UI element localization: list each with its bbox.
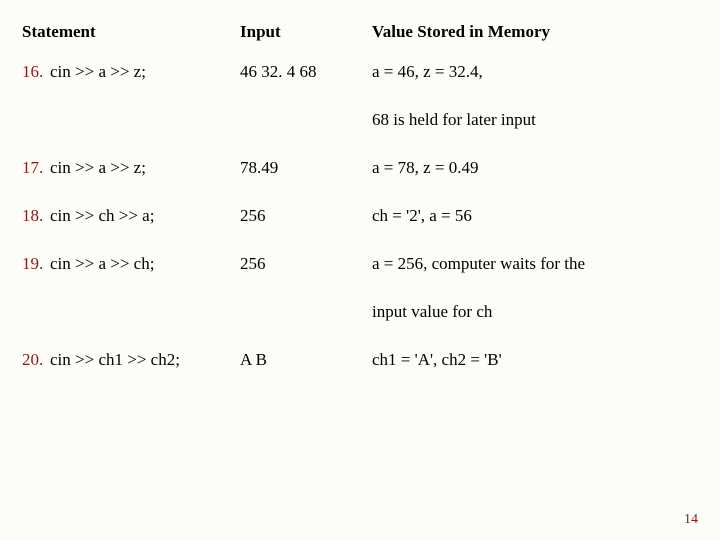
row-value: a = 46, z = 32.4, [372, 62, 698, 82]
table-header-row: Statement Input Value Stored in Memory [22, 22, 698, 42]
table-row: 17. cin >> a >> z; 78.49 a = 78, z = 0.4… [22, 158, 698, 178]
row-statement: cin >> a >> ch; [50, 254, 240, 274]
table-row: 18. cin >> ch >> a; 256 ch = '2', a = 56 [22, 206, 698, 226]
row-value: a = 256, computer waits for the [372, 254, 698, 274]
row-input: 46 32. 4 68 [240, 62, 372, 82]
row-input: 256 [240, 206, 372, 226]
page-number: 14 [684, 512, 698, 528]
row-number: 20. [22, 350, 50, 370]
header-input: Input [240, 22, 372, 42]
row-value: ch = '2', a = 56 [372, 206, 698, 226]
header-statement: Statement [22, 22, 240, 42]
row-statement: cin >> ch >> a; [50, 206, 240, 226]
table-row: 19. cin >> a >> ch; 256 a = 256, compute… [22, 254, 698, 274]
slide-page: Statement Input Value Stored in Memory 1… [0, 0, 720, 540]
table-row-continued: 68 is held for later input [22, 110, 698, 130]
spacer [22, 110, 372, 130]
row-number: 18. [22, 206, 50, 226]
row-input: 256 [240, 254, 372, 274]
row-value-continued: input value for ch [372, 302, 698, 322]
row-value: a = 78, z = 0.49 [372, 158, 698, 178]
row-value-continued: 68 is held for later input [372, 110, 698, 130]
table-row: 20. cin >> ch1 >> ch2; A B ch1 = 'A', ch… [22, 350, 698, 370]
header-value: Value Stored in Memory [372, 22, 698, 42]
row-input: A B [240, 350, 372, 370]
spacer [22, 302, 372, 322]
row-statement: cin >> a >> z; [50, 62, 240, 82]
row-input: 78.49 [240, 158, 372, 178]
table-row: 16. cin >> a >> z; 46 32. 4 68 a = 46, z… [22, 62, 698, 82]
row-statement: cin >> a >> z; [50, 158, 240, 178]
row-number: 16. [22, 62, 50, 82]
row-number: 17. [22, 158, 50, 178]
row-number: 19. [22, 254, 50, 274]
row-value: ch1 = 'A', ch2 = 'B' [372, 350, 698, 370]
row-statement: cin >> ch1 >> ch2; [50, 350, 240, 370]
table-row-continued: input value for ch [22, 302, 698, 322]
